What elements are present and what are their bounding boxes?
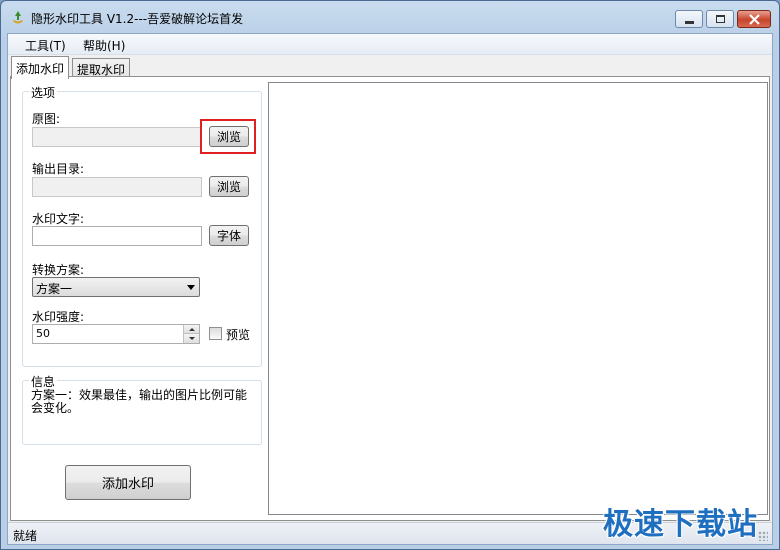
client-area: 工具(T) 帮助(H) 添加水印 提取水印 选项 原图: 浏览 输出目录: 浏览… [7,33,773,545]
maximize-button[interactable] [706,10,734,28]
spin-down-button[interactable] [184,334,199,343]
window-title: 隐形水印工具 V1.2---吾爱破解论坛首发 [31,12,244,26]
preview-checkbox[interactable] [209,327,222,340]
browse-output-button[interactable]: 浏览 [209,176,249,197]
output-dir-label: 输出目录: [32,162,85,176]
spin-up-button[interactable] [184,325,199,334]
tab-panel-add-watermark: 选项 原图: 浏览 输出目录: 浏览 水印文字: 字体 转换方案: 方案一 水印… [10,76,770,521]
image-preview-area [268,82,768,515]
chevron-down-icon [187,285,195,290]
close-button[interactable] [737,10,771,28]
watermark-text-input[interactable] [32,226,202,246]
scheme-label: 转换方案: [32,263,85,277]
menu-bar: 工具(T) 帮助(H) [8,34,772,55]
scheme-select-value: 方案一 [36,282,73,296]
close-icon [748,13,760,25]
tab-add-watermark[interactable]: 添加水印 [11,56,70,79]
tab-extract-watermark[interactable]: 提取水印 [72,58,131,77]
info-group: 信息 方案一：效果最佳，输出的图片比例可能会变化。 [22,373,262,445]
output-dir-field[interactable] [32,177,202,197]
app-icon [13,11,23,24]
browse-source-button[interactable]: 浏览 [209,126,249,147]
options-legend: 选项 [29,84,58,101]
arrow-down-icon [188,337,195,340]
strength-value: 50 [36,327,50,340]
menu-tools[interactable]: 工具(T) [22,37,69,54]
title-bar[interactable]: 隐形水印工具 V1.2---吾爱破解论坛首发 [1,1,779,33]
minimize-icon [684,20,694,24]
info-text: 方案一：效果最佳，输出的图片比例可能会变化。 [31,388,248,415]
arrow-up-icon [188,327,195,331]
add-watermark-button[interactable]: 添加水印 [65,465,191,500]
menu-help[interactable]: 帮助(H) [80,37,128,54]
source-image-label: 原图: [32,112,61,126]
source-image-field[interactable] [32,127,202,147]
options-group: 选项 原图: 浏览 输出目录: 浏览 水印文字: 字体 转换方案: 方案一 水印… [22,84,262,367]
minimize-button[interactable] [675,10,703,28]
font-button[interactable]: 字体 [209,225,249,246]
maximize-icon [715,15,725,23]
resize-grip-icon[interactable] [758,531,768,541]
status-text: 就绪 [13,529,38,543]
strength-spinner[interactable]: 50 [32,324,200,344]
scheme-select[interactable]: 方案一 [32,277,200,297]
preview-checkbox-label: 预览 [226,328,251,342]
spin-buttons [183,325,199,343]
strength-label: 水印强度: [32,310,85,324]
watermark-text-label: 水印文字: [32,212,85,226]
app-window: 隐形水印工具 V1.2---吾爱破解论坛首发 工具(T) 帮助(H) 添加水印 … [0,0,780,550]
site-watermark: 极速下载站 [603,507,758,542]
